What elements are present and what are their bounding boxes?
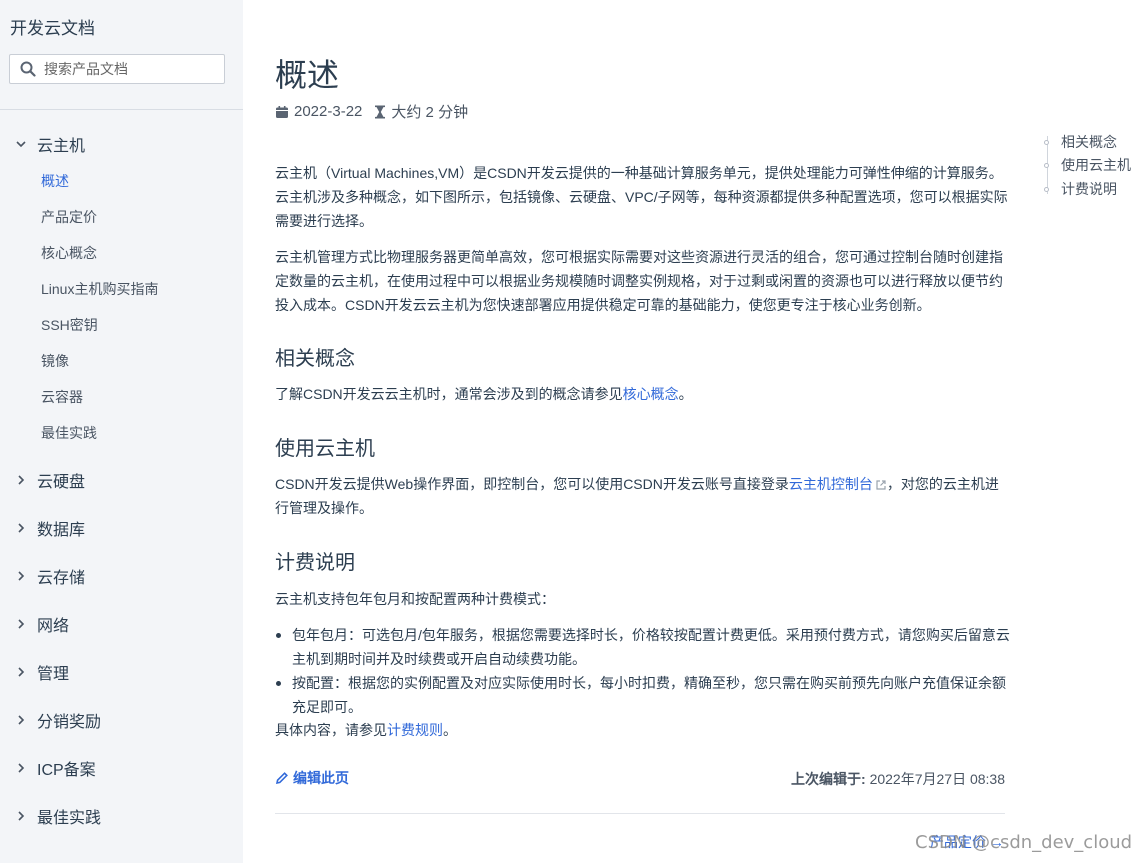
sidebar-item-images[interactable]: 镜像 — [41, 351, 69, 371]
sidebar-item-core-concepts[interactable]: 核心概念 — [41, 243, 97, 263]
related-concepts-text: 了解CSDN开发云云主机时，通常会涉及到的概念请参见核心概念。 — [275, 386, 693, 402]
toc-label: 使用云主机 — [1061, 157, 1131, 173]
sidebar-group-label: 分销奖励 — [37, 714, 102, 731]
sidebar-group-management[interactable]: 管理 — [0, 660, 243, 684]
chevron-right-icon — [18, 763, 25, 773]
edit-page-button[interactable]: 编辑此页 — [275, 768, 349, 788]
last-edited: 上次编辑于: 2022年7月27日 08:38 — [791, 769, 1005, 789]
list-item: 包年包月：可选包月/包年服务，根据您需要选择时长，价格较按配置计费更低。采用预付… — [275, 623, 1010, 671]
sidebar-group-label: 云硬盘 — [37, 474, 86, 491]
use-cloud-host-text: CSDN开发云提供Web操作界面，即控制台，您可以使用CSDN开发云账号直接登录… — [275, 476, 999, 516]
chevron-right-icon — [18, 667, 25, 677]
brand-title[interactable]: 开发云文档 — [10, 14, 95, 39]
read-time: 大约 2 分钟 — [391, 104, 469, 121]
console-link[interactable]: 云主机控制台 — [789, 476, 887, 492]
sidebar-group-label: ICP备案 — [37, 762, 96, 779]
billing-intro: 云主机支持包年包月和按配置两种计费模式： — [275, 591, 555, 607]
sidebar-group-cloud-host[interactable]: 云主机 — [0, 132, 243, 156]
sidebar-group-best-practice[interactable]: 最佳实践 — [0, 804, 243, 828]
sidebar-group-label: 数据库 — [37, 522, 86, 539]
sidebar-group-label: 管理 — [37, 666, 70, 683]
sidebar-item-containers[interactable]: 云容器 — [41, 387, 83, 407]
edit-page-label: 编辑此页 — [293, 770, 349, 786]
pencil-icon — [275, 772, 288, 785]
chevron-right-icon — [18, 475, 25, 485]
chevron-right-icon — [18, 619, 25, 629]
sidebar-group-network[interactable]: 网络 — [0, 612, 243, 636]
search-input[interactable] — [42, 60, 216, 78]
sidebar-item-overview[interactable]: 概述 — [41, 171, 69, 191]
toc-label: 计费说明 — [1061, 181, 1117, 197]
billing-list: 包年包月：可选包月/包年服务，根据您需要选择时长，价格较按配置计费更低。采用预付… — [275, 623, 1010, 719]
page-meta: 2022-3-22 大约 2 分钟 — [275, 101, 468, 122]
search-box[interactable] — [9, 54, 225, 84]
sidebar-group-storage[interactable]: 云存储 — [0, 564, 243, 588]
intro-paragraph-1: 云主机（Virtual Machines,VM）是CSDN开发云提供的一种基础计… — [275, 165, 1008, 229]
footer-divider — [275, 813, 1005, 814]
list-item: 按配置：根据您的实例配置及对应实际使用时长，每小时扣费，精确至秒，您只需在购买前… — [275, 671, 1010, 719]
sidebar-divider — [0, 109, 243, 110]
toc-dot — [1044, 139, 1049, 145]
last-edited-label: 上次编辑于: — [791, 771, 866, 787]
sidebar-item-best-practice[interactable]: 最佳实践 — [41, 423, 97, 443]
chevron-right-icon — [18, 571, 25, 581]
sidebar-group-distribution-rewards[interactable]: 分销奖励 — [0, 708, 243, 732]
sidebar-group-cloud-disk[interactable]: 云硬盘 — [0, 468, 243, 492]
page-title: 概述 — [275, 57, 340, 93]
sidebar: 开发云文档 云主机 概述 产品定价 核心概念 Linux主机购买指南 SSH密钥… — [0, 0, 243, 863]
toc-dot — [1044, 186, 1049, 192]
heading-related-concepts: 相关概念 — [275, 348, 355, 370]
last-edited-value: 2022年7月27日 08:38 — [869, 771, 1005, 787]
hourglass-icon — [375, 105, 386, 118]
sidebar-item-ssh-keys[interactable]: SSH密钥 — [41, 315, 98, 335]
external-link-icon — [876, 480, 886, 490]
sidebar-group-label: 云存储 — [37, 570, 86, 587]
toc-label: 相关概念 — [1061, 134, 1117, 150]
chevron-down-icon — [16, 141, 26, 148]
sidebar-group-icp[interactable]: ICP备案 — [0, 756, 243, 780]
chevron-right-icon — [18, 811, 25, 821]
sidebar-group-label: 最佳实践 — [37, 810, 102, 827]
heading-billing: 计费说明 — [275, 552, 355, 574]
sidebar-item-linux-guide[interactable]: Linux主机购买指南 — [41, 279, 158, 299]
sidebar-group-label: 网络 — [37, 618, 70, 635]
watermark: CSDN @csdn_dev_cloud — [915, 832, 1133, 853]
core-concepts-link[interactable]: 核心概念 — [623, 386, 679, 402]
billing-rules-link[interactable]: 计费规则 — [387, 722, 443, 738]
chevron-right-icon — [18, 523, 25, 533]
toc-dot — [1044, 162, 1049, 168]
heading-use-cloud-host: 使用云主机 — [275, 438, 375, 460]
search-icon — [20, 61, 36, 77]
sidebar-group-label: 云主机 — [37, 138, 86, 155]
sidebar-item-pricing[interactable]: 产品定价 — [41, 207, 97, 227]
intro-paragraph-2: 云主机管理方式比物理服务器更简单高效，您可根据实际需要对这些资源进行灵活的组合，… — [275, 249, 1003, 313]
calendar-icon — [276, 105, 288, 118]
publish-date: 2022-3-22 — [294, 103, 363, 120]
billing-more: 具体内容，请参见计费规则。 — [275, 722, 457, 738]
chevron-right-icon — [18, 715, 25, 725]
sidebar-group-database[interactable]: 数据库 — [0, 516, 243, 540]
